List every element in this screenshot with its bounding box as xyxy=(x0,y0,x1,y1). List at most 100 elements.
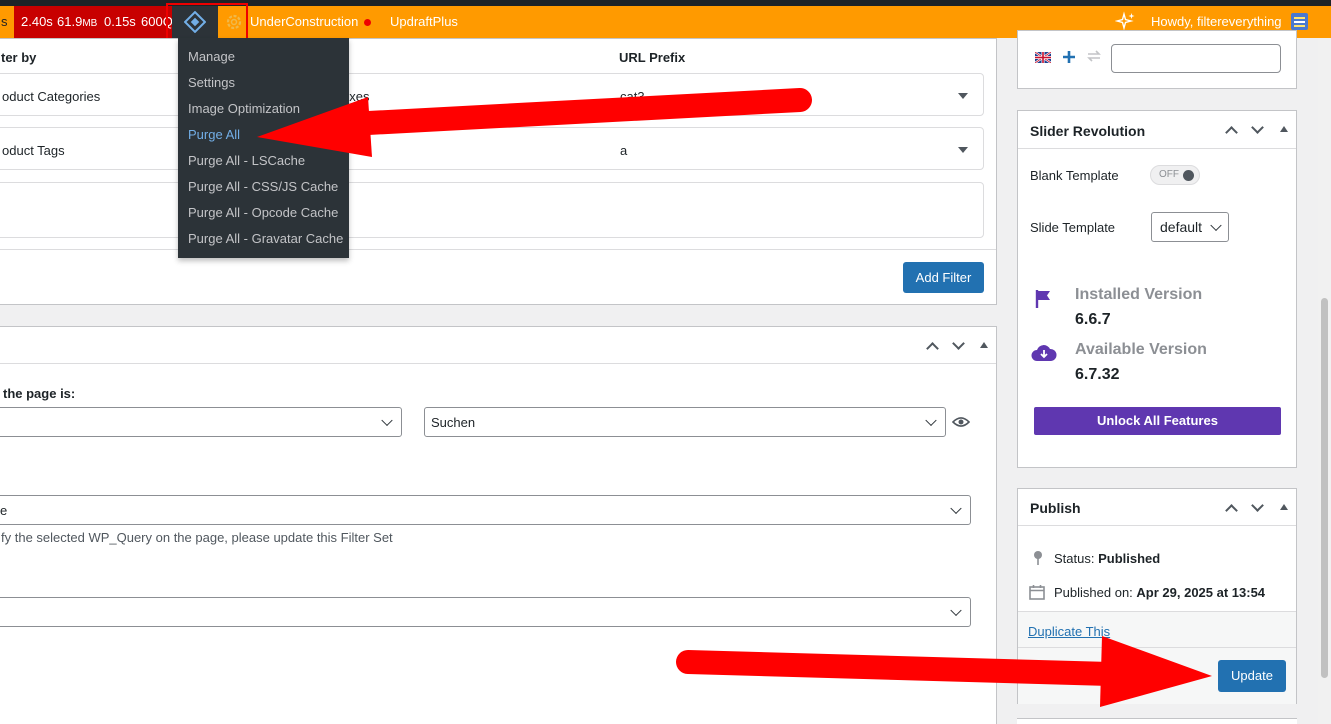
move-up-icon[interactable] xyxy=(926,342,939,355)
scrollbar-thumb[interactable] xyxy=(1321,298,1328,678)
under-construction-link[interactable]: UnderConstruction xyxy=(250,6,372,38)
filter-row-label: oduct Tags xyxy=(2,143,65,158)
qm-memory: 61.9MB xyxy=(57,6,97,40)
updraftplus-link[interactable]: UpdraftPlus xyxy=(390,6,458,38)
menu-item-purge-all[interactable]: Purge All xyxy=(178,122,349,148)
sync-icon[interactable] xyxy=(1086,49,1102,63)
toggle-panel-icon[interactable] xyxy=(980,342,988,348)
publish-box: Publish Status: Published Published on: … xyxy=(1017,488,1297,704)
gear-icon xyxy=(226,14,242,30)
avatar-stripe-1 xyxy=(1294,17,1305,19)
qm-time: 2.40s xyxy=(21,14,53,29)
menu-item-purge-gravatar[interactable]: Purge All - Gravatar Cache xyxy=(178,226,349,252)
move-up-icon[interactable] xyxy=(1225,126,1238,139)
duplicate-this-link[interactable]: Duplicate This xyxy=(1028,624,1110,639)
status-label: Status: xyxy=(1054,551,1095,566)
flag-icon xyxy=(1035,290,1050,308)
duplicate-divider xyxy=(1018,647,1296,648)
status-value: Published xyxy=(1098,551,1161,566)
wp-query-help-text: fy the selected WP_Query on the page, pl… xyxy=(1,530,393,545)
query-monitor-item[interactable]: s 2.40s 61.9MB 0.15s 600Q xyxy=(0,6,172,38)
panel-header-divider xyxy=(0,363,996,364)
box-header-divider xyxy=(1018,525,1296,526)
slide-template-select[interactable]: default xyxy=(1151,212,1229,242)
available-version-label: Available Version xyxy=(1075,341,1207,358)
sidebar-next-box-edge xyxy=(1017,718,1297,724)
filter-row[interactable]: oduct Tags s a xyxy=(0,127,984,170)
column-header-url-prefix: URL Prefix xyxy=(619,50,686,65)
menu-item-manage[interactable]: Manage xyxy=(178,44,349,70)
filter-row[interactable]: oduct Categories oxes cat3 xyxy=(0,73,984,116)
uk-flag-icon xyxy=(1035,52,1051,63)
blank-template-label: Blank Template xyxy=(1030,168,1119,183)
menu-item-purge-lscache[interactable]: Purge All - LSCache xyxy=(178,148,349,174)
avatar-stripe-3 xyxy=(1294,25,1305,27)
calendar-icon xyxy=(1029,585,1045,600)
chevron-down-icon xyxy=(925,414,937,427)
filter-row-prefix: cat3 xyxy=(620,89,645,104)
update-button[interactable]: Update xyxy=(1218,660,1286,692)
move-down-icon[interactable] xyxy=(1251,121,1264,134)
installed-version-value: 6.6.7 xyxy=(1075,311,1111,328)
eye-icon[interactable] xyxy=(952,416,970,428)
move-down-icon[interactable] xyxy=(952,337,965,350)
qm-memory-unit: MB xyxy=(82,18,98,29)
installed-version-label: Installed Version xyxy=(1075,286,1203,303)
chevron-down-icon xyxy=(950,604,962,617)
publish-title: Publish xyxy=(1030,500,1081,516)
page-scrollbar[interactable] xyxy=(1318,38,1331,724)
translation-input[interactable] xyxy=(1111,44,1281,73)
plus-icon[interactable] xyxy=(1062,50,1076,64)
blank-template-toggle[interactable]: OFF xyxy=(1150,165,1200,185)
chevron-down-icon xyxy=(950,502,962,515)
search-page-select[interactable]: Suchen xyxy=(424,407,946,437)
move-down-icon[interactable] xyxy=(1251,499,1264,512)
published-on-value: Apr 29, 2025 at 13:54 xyxy=(1136,585,1266,600)
search-page-select-value: Suchen xyxy=(431,415,476,430)
under-construction-gear-item[interactable] xyxy=(220,6,246,38)
slide-template-select-value: default xyxy=(1160,219,1203,235)
available-version-value: 6.7.32 xyxy=(1075,366,1120,383)
slide-template-label: Slide Template xyxy=(1030,220,1116,235)
menu-item-purge-cssjs[interactable]: Purge All - CSS/JS Cache xyxy=(178,174,349,200)
menu-item-purge-opcode[interactable]: Purge All - Opcode Cache xyxy=(178,200,349,226)
panel-footer-divider xyxy=(0,249,996,250)
unlock-all-features-button[interactable]: Unlock All Features xyxy=(1034,407,1281,435)
status-dot-icon xyxy=(364,19,372,27)
avatar[interactable] xyxy=(1291,13,1308,30)
cloud-download-icon xyxy=(1031,345,1057,361)
toggle-state-label: OFF xyxy=(1159,169,1179,180)
filter-row-type: s xyxy=(364,143,371,158)
filter-row-prefix: a xyxy=(620,143,628,158)
language-box xyxy=(1017,30,1297,89)
qm-fragment: s xyxy=(0,6,14,38)
chevron-down-icon xyxy=(381,414,393,427)
page-is-label: the page is: xyxy=(3,386,76,401)
location-panel: the page is: Suchen e fy the selected WP… xyxy=(0,326,997,724)
published-on-label: Published on: xyxy=(1054,585,1133,600)
publish-status: Status: Published xyxy=(1054,551,1160,566)
menu-item-image-optimization[interactable]: Image Optimization xyxy=(178,96,349,122)
howdy-label: Howdy, filtereverything xyxy=(1151,14,1282,29)
add-filter-button[interactable]: Add Filter xyxy=(903,262,984,293)
third-select[interactable] xyxy=(0,597,971,627)
pin-icon xyxy=(1034,551,1042,565)
wp-query-select-value: e xyxy=(0,503,8,518)
box-header-divider xyxy=(1018,148,1296,149)
toggle-panel-icon[interactable] xyxy=(1280,504,1288,510)
filter-row-label: oduct Categories xyxy=(2,89,101,104)
slider-revolution-title: Slider Revolution xyxy=(1030,123,1146,139)
toggle-panel-icon[interactable] xyxy=(1280,126,1288,132)
qm-memory-value: 61.9 xyxy=(57,14,83,29)
under-construction-label: UnderConstruction xyxy=(250,14,359,29)
slider-revolution-box: Slider Revolution Blank Template OFF Sli… xyxy=(1017,110,1297,468)
expand-caret-icon[interactable] xyxy=(958,147,968,153)
page-type-select[interactable] xyxy=(0,407,402,437)
chevron-down-icon xyxy=(1210,219,1222,232)
filter-drop-zone xyxy=(0,182,984,238)
wp-query-select[interactable]: e xyxy=(0,495,971,525)
menu-item-settings[interactable]: Settings xyxy=(178,70,349,96)
avatar-stripe-2 xyxy=(1294,21,1305,23)
move-up-icon[interactable] xyxy=(1225,504,1238,517)
expand-caret-icon[interactable] xyxy=(958,93,968,99)
